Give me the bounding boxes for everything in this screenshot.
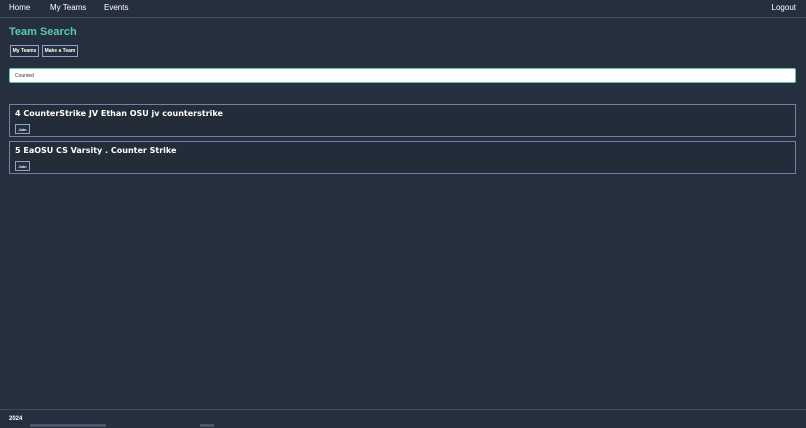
team-name: 4 CounterStrike JV Ethan OSU jv counters… (15, 109, 223, 118)
scrollbar-thumb[interactable] (200, 424, 214, 427)
nav-link-my-teams[interactable]: My Teams (50, 3, 86, 12)
join-button[interactable]: Join (15, 161, 30, 171)
footer-year: 2024 (9, 416, 23, 422)
team-card: 4 CounterStrike JV Ethan OSU jv counters… (9, 104, 796, 137)
team-card: 5 EaOSU CS Varsity . Counter Strike Join (9, 141, 796, 174)
team-search-page: Home My Teams Events Logout Team Search … (0, 0, 806, 428)
page-title: Team Search (9, 26, 77, 38)
horizontal-scrollbar[interactable] (30, 424, 106, 427)
make-team-button[interactable]: Make a Team (42, 45, 78, 57)
nav-link-logout[interactable]: Logout (772, 3, 796, 12)
page-footer: 2024 (0, 409, 806, 428)
nav-link-home[interactable]: Home (9, 3, 30, 12)
team-name: 5 EaOSU CS Varsity . Counter Strike (15, 146, 177, 155)
my-teams-button[interactable]: My Teams (10, 45, 39, 57)
nav-link-events[interactable]: Events (104, 3, 128, 12)
team-search-input[interactable] (9, 68, 796, 83)
top-navigation: Home My Teams Events Logout (0, 0, 806, 18)
join-button[interactable]: Join (15, 124, 30, 134)
